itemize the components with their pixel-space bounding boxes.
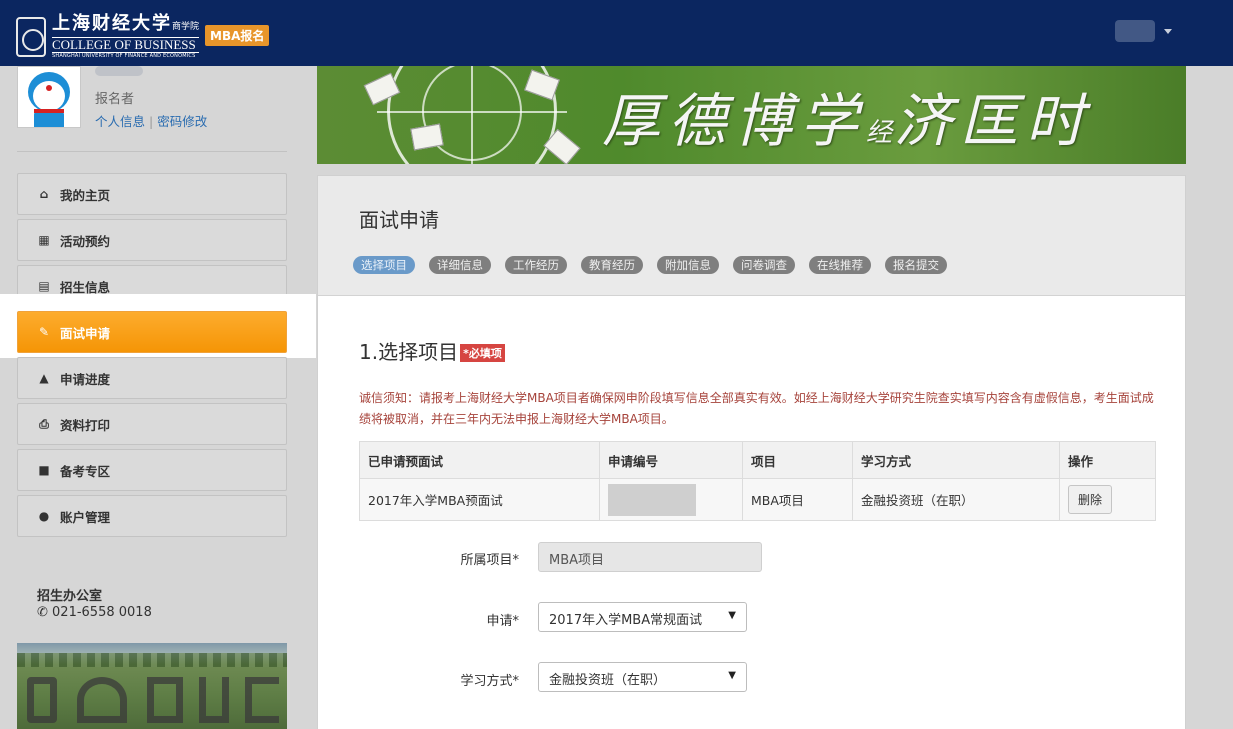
print-icon: ⎙ [39,416,49,431]
book-icon: ▤ [38,279,50,293]
main-panel: 面试申请 选择项目 详细信息 工作经历 教育经历 附加信息 问卷调查 在线推荐 … [317,175,1186,729]
cell-action: 删除 [1059,478,1156,521]
edit-icon: ✎ [38,325,50,339]
table-row: 2017年入学MBA预面试 MBA项目 金融投资班（在职） 删除 [359,478,1156,521]
step-submit[interactable]: 报名提交 [885,256,947,274]
sidebar-item-home[interactable]: ⌂ 我的主页 [17,173,287,215]
sidebar-item-exam-prep[interactable]: ■ 备考专区 [17,449,287,491]
step-additional-info[interactable]: 附加信息 [657,256,719,274]
column-header: 学习方式 [852,441,1060,479]
sidebar-item-label: 我的主页 [60,187,111,203]
profile-links: 个人信息 | 密码修改 [95,111,207,130]
program-label: 所属项目* [460,553,519,568]
sidebar-item-label: 招生信息 [60,279,111,295]
user-avatar-blurred [1115,20,1155,42]
step-work-experience[interactable]: 工作经历 [505,256,567,274]
application-number-blurred [608,483,696,516]
applied-interviews-table: 已申请预面试 申请编号 项目 学习方式 操作 2017年入学MBA预面试 MBA… [359,441,1156,521]
cell-interview: 2017年入学MBA预面试 [359,478,600,521]
username-blurred [95,66,143,76]
section-title: 1.选择项目 *必填项 [359,336,505,365]
study-mode-label: 学习方式* [460,674,519,689]
school-seal-icon [16,17,46,57]
column-header: 项目 [742,441,853,479]
mba-enroll-badge: MBA报名 [205,25,270,46]
sidebar-item-label: 面试申请 [60,325,111,341]
sidebar-item-activity[interactable]: ▦ 活动预约 [17,219,287,261]
top-bar: 上海财经大学商学院 COLLEGE OF BUSINESS SHANGHAI U… [0,0,1233,66]
caret-down-icon: ▼ [728,670,736,681]
sidebar-item-label: 账户管理 [60,509,111,525]
road-icon: ▲ [39,371,49,385]
sidebar-item-label: 备考专区 [60,463,111,479]
column-header: 操作 [1059,441,1156,479]
caret-down-icon [1164,28,1172,34]
sidebar-item-print[interactable]: ⎙ 资料打印 [17,403,287,445]
user-menu[interactable] [1115,20,1172,42]
sidebar-divider [17,151,287,152]
apply-label: 申请* [486,614,519,629]
logo-chinese: 上海财经大学商学院 [52,13,200,34]
page-title: 面试申请 [359,208,439,232]
link-separator: | [149,114,154,129]
cell-study-mode: 金融投资班（在职） [852,478,1060,521]
step-recommendation[interactable]: 在线推荐 [809,256,871,274]
sidebar-item-account[interactable]: ● 账户管理 [17,495,287,537]
delete-button[interactable]: 删除 [1068,485,1113,514]
office-phone: ✆ 021-6558 0018 [37,605,152,620]
cell-program: MBA项目 [742,478,853,521]
logo-subtitle: SHANGHAI UNIVERSITY OF FINANCE AND ECONO… [52,53,196,59]
step-details[interactable]: 详细信息 [429,256,491,274]
change-password-link[interactable]: 密码修改 [157,114,207,129]
cell-application-number [599,478,743,521]
column-header: 申请编号 [599,441,743,479]
campus-photo [17,643,287,729]
user-icon: ● [38,509,50,523]
step-education[interactable]: 教育经历 [581,256,643,274]
sidebar-item-progress[interactable]: ▲ 申请进度 [17,357,287,399]
sidebar-item-interview-apply[interactable]: ✎ 面试申请 [17,311,287,353]
sidebar-item-label: 活动预约 [60,233,111,249]
user-role: 报名者 [95,92,135,107]
banner-slogan: 厚德博学经济匡时 [602,87,1093,155]
apply-select[interactable]: 2017年入学MBA常规面试 ▼ [538,602,747,632]
column-header: 已申请预面试 [359,441,600,479]
slogan-banner: 厚德博学经济匡时 [317,66,1186,164]
personal-info-link[interactable]: 个人信息 [95,114,145,129]
step-survey[interactable]: 问卷调查 [733,256,795,274]
logo-english: COLLEGE OF BUSINESS [52,37,200,53]
table-header-row: 已申请预面试 申请编号 项目 学习方式 操作 [359,441,1156,479]
caret-down-icon: ▼ [728,610,736,621]
required-badge: *必填项 [460,344,505,362]
profile-card: 报名者 个人信息 | 密码修改 [17,66,287,130]
program-field: MBA项目 [538,542,762,572]
avatar[interactable] [17,66,81,128]
home-icon: ⌂ [39,187,49,201]
sidebar-item-label: 资料打印 [60,417,111,433]
phone-icon: ✆ [37,605,53,620]
panel-header: 面试申请 选择项目 详细信息 工作经历 教育经历 附加信息 问卷调查 在线推荐 … [318,176,1185,296]
office-title: 招生办公室 [37,589,103,604]
sidebar-item-label: 申请进度 [60,371,111,387]
integrity-notice: 诚信须知：请报考上海财经大学MBA项目者确保网申阶段填写信息全部真实有效。如经上… [359,391,1154,426]
study-mode-select[interactable]: 金融投资班（在职） ▼ [538,662,747,692]
logo-chinese-suffix: 商学院 [172,22,200,32]
step-select-program[interactable]: 选择项目 [353,256,415,274]
step-progress: 选择项目 详细信息 工作经历 教育经历 附加信息 问卷调查 在线推荐 报名提交 [353,256,961,274]
school-logo[interactable]: 上海财经大学商学院 COLLEGE OF BUSINESS SHANGHAI U… [16,13,200,60]
lock-icon: ■ [38,463,50,477]
calendar-icon: ▦ [38,233,50,247]
